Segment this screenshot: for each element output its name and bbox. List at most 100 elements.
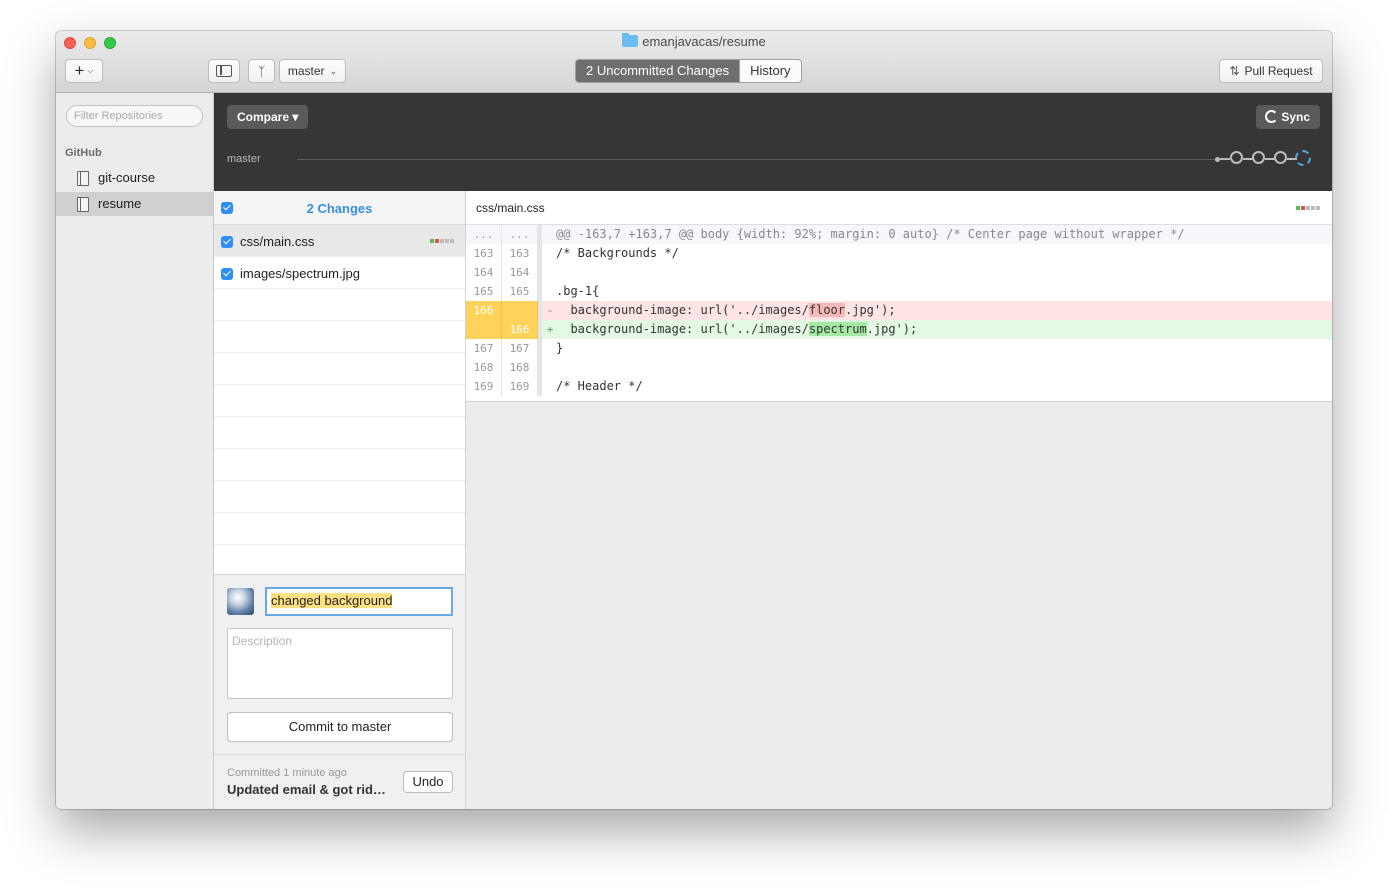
diff-header: css/main.css	[466, 191, 1332, 225]
compare-button[interactable]: Compare ▾	[227, 105, 309, 129]
repository-sidebar: Filter Repositories GitHub git-course re…	[56, 93, 214, 809]
repo-name: git-course	[98, 170, 156, 185]
add-repository-button[interactable]: + ⌵	[65, 59, 103, 83]
diff-code: /* Header */	[556, 379, 643, 393]
chevron-down-icon: ⌄	[329, 65, 338, 76]
sidebar-item-git-course[interactable]: git-course	[56, 166, 213, 190]
diff-gutter	[538, 358, 542, 377]
new-line-number: 167	[502, 339, 538, 358]
new-line-number: 164	[502, 263, 538, 282]
old-line-number: 165	[466, 282, 502, 301]
diff-line: 165 165 .bg-1{	[466, 282, 1332, 301]
diff-line-deleted[interactable]: 166 - background-image: url('../images/f…	[466, 301, 1332, 320]
old-line-number	[466, 320, 502, 339]
sidebar-section-title: GitHub	[65, 147, 102, 159]
commit-summary-input[interactable]: changed background	[265, 587, 453, 616]
sidebar-item-resume[interactable]: resume	[56, 192, 213, 216]
added-word: spectrum	[808, 322, 867, 336]
diff-code: @@ -163,7 +163,7 @@ body {width: 92%; ma…	[556, 227, 1185, 241]
sync-icon	[1265, 110, 1278, 123]
old-line-number: 164	[466, 263, 502, 282]
diff-gutter	[538, 377, 542, 396]
diff-code: }	[556, 341, 564, 355]
branch-selector[interactable]: master ⌄	[279, 59, 346, 83]
new-line-number	[502, 301, 538, 320]
commit-node[interactable]	[1274, 151, 1287, 164]
diff-gutter	[538, 244, 542, 263]
empty-row	[214, 385, 465, 417]
uncommitted-node[interactable]	[1295, 150, 1311, 166]
commit-button[interactable]: Commit to master	[227, 712, 453, 742]
new-line-number: 166	[502, 320, 538, 339]
diffstat-icon	[1296, 206, 1320, 210]
avatar	[227, 588, 254, 615]
pull-request-button[interactable]: ⇅ Pull Request	[1219, 59, 1323, 83]
diff-panel: css/main.css ... ... @@ -163,7 +163,7 @@…	[466, 191, 1332, 809]
commit-node[interactable]	[1230, 151, 1243, 164]
commit-summary-text: changed background	[271, 593, 393, 608]
compare-bar: Compare ▾ Sync master	[214, 93, 1332, 191]
diff-gutter	[538, 225, 542, 244]
code-text: background-image: url('../images/	[556, 303, 809, 317]
tab-uncommitted-changes[interactable]: 2 Uncommitted Changes	[576, 60, 740, 82]
changed-file-row[interactable]: css/main.css	[214, 225, 465, 257]
pull-request-icon: ⇅	[1229, 64, 1240, 78]
diff-gutter	[538, 301, 542, 320]
sync-button[interactable]: Sync	[1256, 105, 1320, 129]
diff-line: 164 164	[466, 263, 1332, 282]
commit-timeline	[297, 159, 1217, 160]
removed-word: floor	[808, 303, 845, 317]
diff-code: .bg-1{	[556, 284, 600, 298]
old-line-number: 166	[466, 301, 502, 320]
filter-repositories-input[interactable]: Filter Repositories	[66, 105, 203, 127]
diff-code: background-image: url('../images/floor.j…	[556, 301, 896, 320]
commit-node[interactable]	[1252, 151, 1265, 164]
branch-name: master	[287, 64, 325, 78]
branch-button[interactable]: ᛉ	[248, 59, 275, 83]
toggle-sidebar-button[interactable]	[208, 59, 240, 83]
sync-label: Sync	[1281, 110, 1310, 124]
timeline-link	[1220, 158, 1230, 160]
chevron-down-icon: ⌵	[87, 66, 94, 75]
new-line-number: ...	[502, 225, 538, 244]
file-checkbox[interactable]	[221, 236, 233, 248]
diff-gutter	[538, 263, 542, 282]
last-commit-message: Updated email & got rid…	[227, 782, 386, 797]
window-title-text: emanjavacas/resume	[642, 34, 766, 49]
window-title: emanjavacas/resume	[56, 33, 1332, 49]
old-line-number: ...	[466, 225, 502, 244]
diff-sign: +	[546, 323, 554, 336]
commit-description-input[interactable]: Description	[227, 628, 453, 699]
diff-line: 167 167 }	[466, 339, 1332, 358]
old-line-number: 163	[466, 244, 502, 263]
tab-history[interactable]: History	[739, 60, 801, 82]
diff-view: ... ... @@ -163,7 +163,7 @@ body {width:…	[466, 225, 1332, 402]
code-text: background-image: url('../images/	[556, 322, 809, 336]
new-line-number: 163	[502, 244, 538, 263]
undo-button[interactable]: Undo	[403, 771, 453, 793]
folder-icon	[622, 33, 639, 47]
old-line-number: 169	[466, 377, 502, 396]
diffstat-icon	[430, 239, 454, 243]
sidebar-icon	[216, 65, 232, 77]
pull-request-label: Pull Request	[1244, 64, 1313, 78]
diff-line: 169 169 /* Header */	[466, 377, 1332, 396]
last-commit: Committed 1 minute ago Updated email & g…	[214, 754, 465, 809]
changes-count: 2 Changes	[306, 201, 373, 216]
new-line-number: 165	[502, 282, 538, 301]
diff-hunk-header: ... ... @@ -163,7 +163,7 @@ body {width:…	[466, 225, 1332, 244]
diff-line-added[interactable]: 166 + background-image: url('../images/s…	[466, 320, 1332, 339]
old-line-number: 168	[466, 358, 502, 377]
add-label: +	[74, 61, 85, 80]
old-line-number: 167	[466, 339, 502, 358]
code-text: .jpg');	[866, 322, 918, 336]
file-name: images/spectrum.jpg	[240, 266, 360, 281]
diff-sign: -	[546, 304, 554, 317]
empty-row	[214, 417, 465, 449]
file-checkbox[interactable]	[221, 268, 233, 280]
changed-file-row[interactable]: images/spectrum.jpg	[214, 257, 465, 289]
new-line-number: 169	[502, 377, 538, 396]
repo-icon	[77, 171, 89, 186]
diff-file-name: css/main.css	[476, 201, 545, 215]
title-bar: emanjavacas/resume + ⌵ ᛉ master ⌄ 2 Unco…	[56, 31, 1332, 93]
